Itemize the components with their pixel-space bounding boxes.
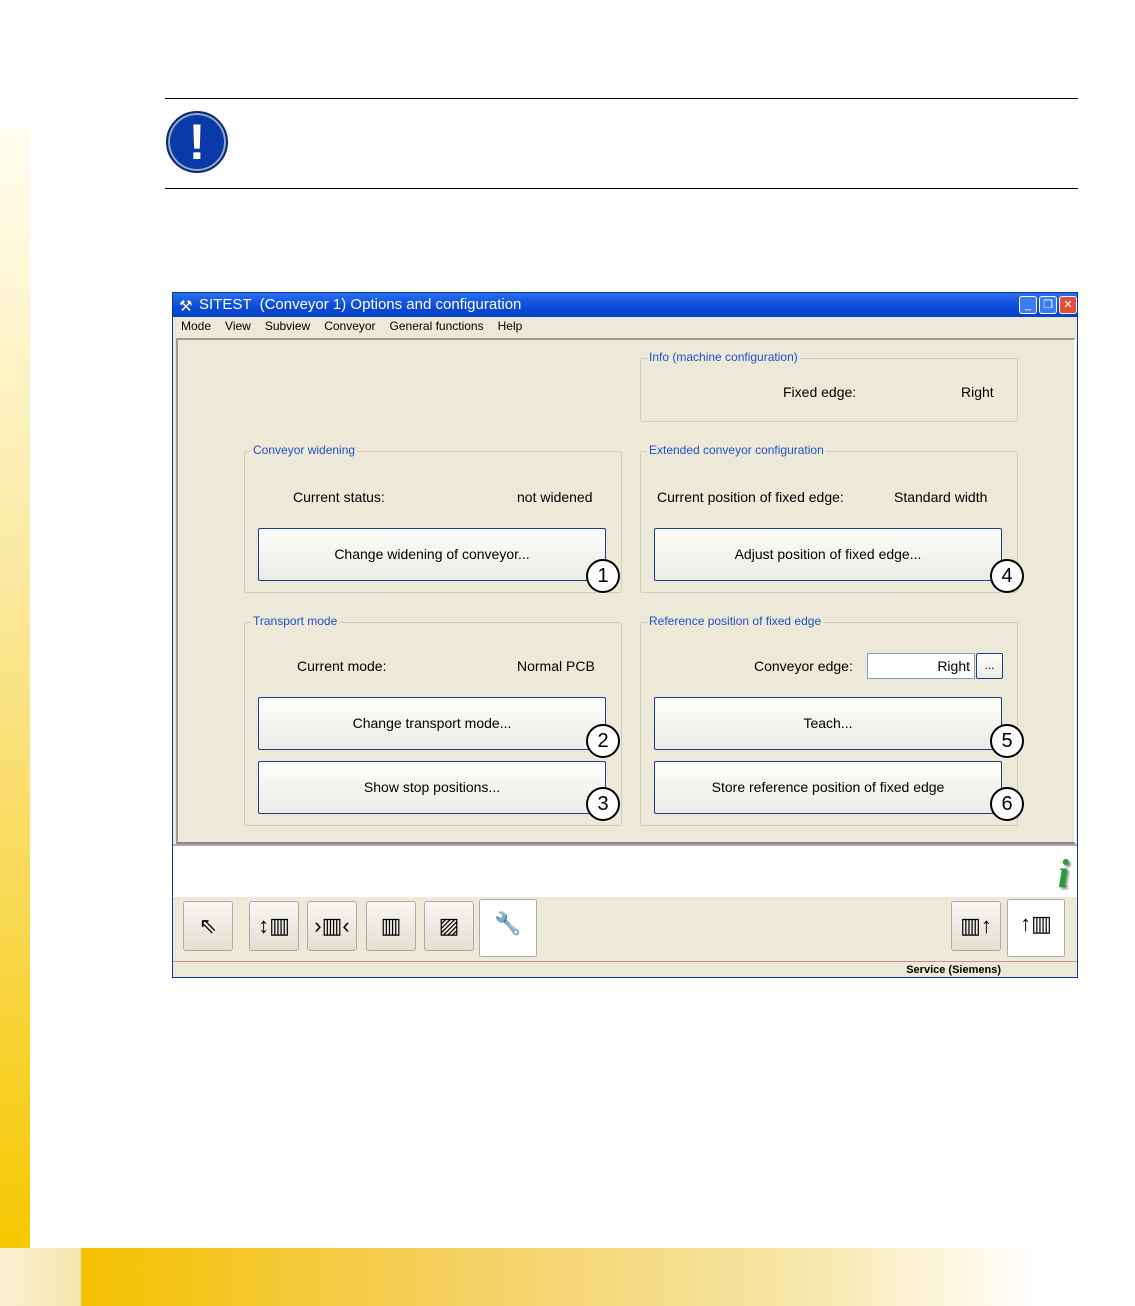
title-bar: ⚒ SITEST (Conveyor 1) Options and config…: [173, 293, 1077, 317]
group-legend: Transport mode: [251, 614, 340, 628]
show-stop-positions-button[interactable]: Show stop positions...: [258, 761, 606, 814]
exclamation-note-icon: !: [166, 111, 228, 173]
decorative-side-strip: [0, 128, 30, 1248]
conveyor-board-tool-button[interactable]: ▥: [366, 901, 416, 951]
conveyor-width-tool-button[interactable]: ↕▥: [249, 901, 299, 951]
info-icon[interactable]: i: [1058, 850, 1069, 897]
menu-conveyor[interactable]: Conveyor: [324, 319, 375, 333]
menu-bar: Mode View Subview Conveyor General functions…: [173, 317, 1077, 337]
change-transport-mode-button[interactable]: Change transport mode...: [258, 697, 606, 750]
mode-label: Current mode:: [297, 658, 387, 674]
group-legend: Reference position of fixed edge: [647, 614, 824, 628]
transport-mode-group: Transport mode Current mode: Normal PCB …: [244, 614, 622, 826]
conveyor-2-button[interactable]: ▥↑: [951, 901, 1001, 951]
status-bar: Service (Siemens): [173, 961, 1077, 978]
adjust-fixed-edge-button[interactable]: Adjust position of fixed edge...: [654, 528, 1002, 581]
status-label: Current status:: [293, 489, 385, 505]
wrench-config-tool-button[interactable]: 🔧: [479, 899, 537, 957]
fixed-edge-label: Fixed edge:: [783, 384, 857, 400]
callout-marker: 3: [586, 787, 620, 821]
conveyor-narrow-tool-button[interactable]: ›▥‹: [307, 901, 357, 951]
menu-help[interactable]: Help: [498, 319, 523, 333]
minimize-button[interactable]: _: [1019, 296, 1037, 314]
group-legend: Extended conveyor configuration: [647, 443, 826, 457]
menu-view[interactable]: View: [225, 319, 251, 333]
restore-button[interactable]: ❐: [1039, 296, 1057, 314]
window-title: SITEST (Conveyor 1) Options and configur…: [199, 296, 522, 313]
callout-marker: 6: [990, 787, 1024, 821]
info-group: Info (machine configuration) Fixed edge:…: [640, 350, 1018, 422]
teach-button[interactable]: Teach...: [654, 697, 1002, 750]
divider: [165, 98, 1078, 99]
menu-general-functions[interactable]: General functions: [390, 319, 484, 333]
decorative-bottom-band: [0, 1248, 1135, 1306]
menu-subview[interactable]: Subview: [265, 319, 310, 333]
store-reference-button[interactable]: Store reference position of fixed edge: [654, 761, 1002, 814]
conveyor-widening-group: Conveyor widening Current status: not wi…: [244, 443, 622, 593]
group-legend: Info (machine configuration): [647, 350, 800, 364]
callout-marker: 1: [586, 559, 620, 593]
reference-position-group: Reference position of fixed edge Conveyo…: [640, 614, 1024, 826]
browse-button[interactable]: ...: [976, 653, 1003, 679]
extended-config-group: Extended conveyor configuration Current …: [640, 443, 1024, 593]
conveyor-1-button[interactable]: ↑▥: [1007, 899, 1065, 957]
callout-marker: 4: [990, 559, 1024, 593]
mode-value: Normal PCB: [517, 658, 595, 674]
message-area: i: [173, 844, 1077, 897]
app-window: ⚒ SITEST (Conveyor 1) Options and config…: [172, 292, 1078, 978]
pointer-tool-button[interactable]: ⇖: [183, 901, 233, 951]
close-button[interactable]: ✕: [1059, 296, 1077, 314]
menu-mode[interactable]: Mode: [181, 319, 211, 333]
fixed-edge-position-label: Current position of fixed edge:: [657, 489, 844, 505]
callout-marker: 2: [586, 724, 620, 758]
callout-marker: 5: [990, 724, 1024, 758]
content-panel: Info (machine configuration) Fixed edge:…: [176, 338, 1076, 844]
conveyor-stack-tool-button[interactable]: ▨: [424, 901, 474, 951]
conveyor-edge-field[interactable]: Right: [867, 653, 975, 679]
group-legend: Conveyor widening: [251, 443, 358, 457]
hammer-icon: ⚒: [179, 298, 193, 315]
fixed-edge-value: Right: [961, 384, 994, 400]
status-value: not widened: [517, 489, 593, 505]
divider: [165, 188, 1078, 189]
change-widening-button[interactable]: Change widening of conveyor...: [258, 528, 606, 581]
conveyor-edge-label: Conveyor edge:: [754, 658, 853, 674]
fixed-edge-position-value: Standard width: [894, 489, 988, 505]
